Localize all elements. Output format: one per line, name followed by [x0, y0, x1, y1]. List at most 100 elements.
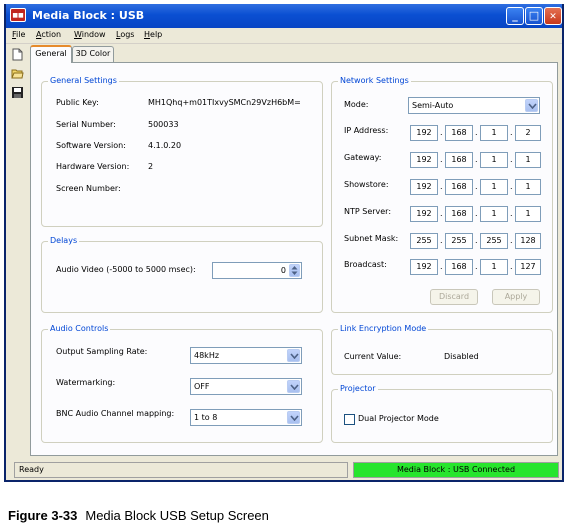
minimize-button[interactable]: _ [506, 7, 524, 25]
subnet-mask-label: Subnet Mask: [344, 234, 399, 243]
showstore-octet-2[interactable]: 168 [445, 179, 473, 195]
link-encryption-title: Link Encryption Mode [338, 324, 429, 333]
chevron-down-icon[interactable] [525, 99, 538, 112]
app-icon-glyph: ■■ [12, 12, 24, 19]
figure-caption-text: Media Block USB Setup Screen [85, 508, 269, 523]
ntp-server-octet-2[interactable]: 168 [445, 206, 473, 222]
chevron-down-icon[interactable] [287, 349, 300, 362]
ip-dot: . [510, 262, 513, 271]
showstore-octet-1[interactable]: 192 [410, 179, 438, 195]
ip-address-octet-2[interactable]: 168 [445, 125, 473, 141]
chevron-down-icon[interactable] [287, 411, 300, 424]
subnet-mask-octet-2[interactable]: 255 [445, 233, 473, 249]
figure-number: Figure 3-33 [8, 508, 78, 523]
discard-button[interactable]: Discard [430, 289, 478, 305]
audio-controls-group: Audio Controls Output Sampling Rate: 48k… [41, 324, 323, 443]
open-folder-icon[interactable] [11, 67, 24, 80]
ntp-server-octet-1[interactable]: 192 [410, 206, 438, 222]
audio-video-delay-value: 0 [280, 266, 286, 275]
gateway-label: Gateway: [344, 153, 382, 162]
tab-3d-color[interactable]: 3D Color [72, 46, 114, 62]
subnet-mask-octet-3[interactable]: 255 [480, 233, 508, 249]
general-tab-panel: General Settings Public Key: MH1Qhq+m01T… [30, 62, 558, 456]
ip-address-octet-4[interactable]: 2 [515, 125, 541, 141]
close-icon: ✕ [549, 12, 557, 22]
public-key-value: MH1Qhq+m01TIxvySMCn29VzH6bM= [148, 98, 301, 107]
menu-logs[interactable]: Logs [116, 30, 134, 39]
broadcast-octet-3[interactable]: 1 [480, 259, 508, 275]
watermarking-value: OFF [194, 382, 210, 391]
ip-dot: . [510, 155, 513, 164]
public-key-label: Public Key: [56, 98, 99, 107]
tab-general[interactable]: General [30, 45, 72, 63]
subnet-mask-octet-1[interactable]: 255 [410, 233, 438, 249]
watermarking-select[interactable]: OFF [190, 378, 302, 395]
ntp-server-octet-3[interactable]: 1 [480, 206, 508, 222]
general-settings-title: General Settings [48, 76, 119, 85]
apply-button[interactable]: Apply [492, 289, 540, 305]
ip-address-octet-1[interactable]: 192 [410, 125, 438, 141]
subnet-mask-octet-4[interactable]: 128 [515, 233, 541, 249]
menu-help[interactable]: Help [144, 30, 162, 39]
gateway-octet-1[interactable]: 192 [410, 152, 438, 168]
network-settings-group: Network Settings Mode: Semi-Auto IP Addr… [331, 76, 553, 313]
gateway-octet-4[interactable]: 1 [515, 152, 541, 168]
media-block-window: ■■ Media Block : USB _ □ ✕ File Action W… [4, 4, 564, 482]
broadcast-octet-2[interactable]: 168 [445, 259, 473, 275]
ntp-server-octet-4[interactable]: 1 [515, 206, 541, 222]
maximize-icon: □ [528, 9, 540, 22]
ip-dot: . [440, 155, 443, 164]
title-bar[interactable]: ■■ Media Block : USB _ □ ✕ [6, 4, 562, 28]
broadcast-octet-1[interactable]: 192 [410, 259, 438, 275]
new-document-icon[interactable] [11, 48, 24, 61]
watermarking-label: Watermarking: [56, 378, 116, 387]
output-sampling-select[interactable]: 48kHz [190, 347, 302, 364]
figure-caption: Figure 3-33 Media Block USB Setup Screen [8, 508, 269, 523]
connection-status: Media Block : USB Connected [353, 462, 559, 478]
menu-action[interactable]: Action [36, 30, 61, 39]
chevron-down-icon[interactable] [287, 380, 300, 393]
save-disk-icon[interactable] [11, 86, 24, 99]
app-icon: ■■ [10, 8, 26, 22]
audio-video-delay-label: Audio Video (-5000 to 5000 msec): [56, 265, 196, 274]
ip-dot: . [510, 236, 513, 245]
ip-dot: . [475, 182, 478, 191]
gateway-octet-3[interactable]: 1 [480, 152, 508, 168]
broadcast-octet-4[interactable]: 127 [515, 259, 541, 275]
general-settings-group: General Settings Public Key: MH1Qhq+m01T… [41, 76, 323, 227]
showstore-octet-4[interactable]: 1 [515, 179, 541, 195]
ntp-server-label: NTP Server: [344, 207, 392, 216]
ip-dot: . [510, 182, 513, 191]
network-settings-title: Network Settings [338, 76, 411, 85]
menu-bar: File Action Window Logs Help [6, 28, 562, 44]
audio-video-delay-spinner[interactable]: 0 [212, 262, 302, 279]
network-mode-select[interactable]: Semi-Auto [408, 97, 540, 114]
serial-number-value: 500033 [148, 120, 179, 129]
output-sampling-label: Output Sampling Rate: [56, 347, 148, 356]
showstore-octet-3[interactable]: 1 [480, 179, 508, 195]
ip-address-label: IP Address: [344, 126, 389, 135]
status-ready: Ready [14, 462, 348, 478]
broadcast-label: Broadcast: [344, 260, 387, 269]
hardware-version-label: Hardware Version: [56, 162, 130, 171]
ip-dot: . [510, 128, 513, 137]
ip-dot: . [475, 155, 478, 164]
close-button[interactable]: ✕ [544, 7, 562, 25]
dual-projector-label[interactable]: Dual Projector Mode [358, 414, 439, 423]
ip-address-octet-3[interactable]: 1 [480, 125, 508, 141]
hardware-version-value: 2 [148, 162, 154, 171]
maximize-button[interactable]: □ [525, 7, 543, 25]
menu-window[interactable]: Window [74, 30, 106, 39]
ip-dot: . [475, 128, 478, 137]
projector-title: Projector [338, 384, 378, 393]
dual-projector-checkbox[interactable] [344, 414, 355, 425]
window-title: Media Block : USB [32, 9, 145, 22]
menu-file[interactable]: File [12, 30, 25, 39]
spinner-arrows-icon[interactable] [289, 264, 300, 277]
bnc-mapping-select[interactable]: 1 to 8 [190, 409, 302, 426]
gateway-octet-2[interactable]: 168 [445, 152, 473, 168]
network-mode-value: Semi-Auto [412, 101, 454, 110]
mode-label: Mode: [344, 100, 369, 109]
output-sampling-value: 48kHz [194, 351, 220, 360]
ip-dot: . [440, 128, 443, 137]
